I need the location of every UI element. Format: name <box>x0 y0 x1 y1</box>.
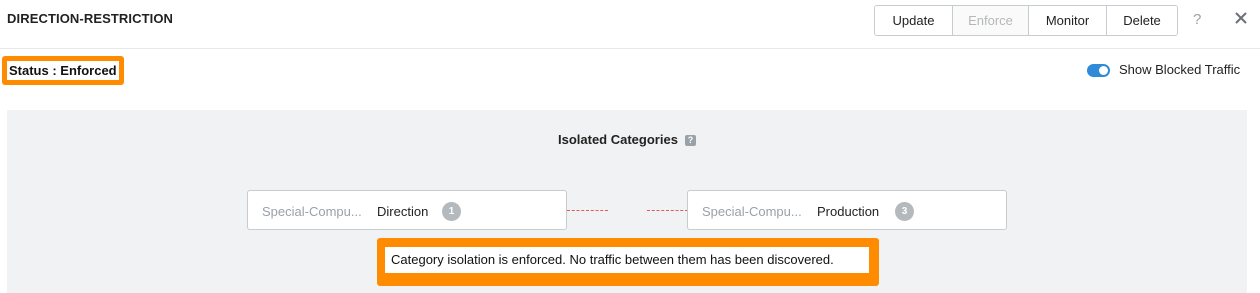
monitor-button[interactable]: Monitor <box>1029 6 1107 35</box>
action-button-group: Update Enforce Monitor Delete <box>874 5 1178 36</box>
header-bar: DIRECTION-RESTRICTION Update Enforce Mon… <box>0 0 1260 49</box>
category-value: Production <box>817 204 880 219</box>
toggle-knob <box>1099 66 1108 75</box>
page-title: DIRECTION-RESTRICTION <box>7 11 174 26</box>
help-icon[interactable]: ? <box>1193 11 1201 28</box>
status-text: Status : Enforced <box>7 61 119 80</box>
toggle-switch[interactable] <box>1087 64 1110 77</box>
category-card-direction: Special-Compu... Direction 1 <box>247 190 567 230</box>
isolation-message: Category isolation is enforced. No traff… <box>385 247 869 273</box>
category-key: Special-Compu... <box>262 204 362 219</box>
panel-title: Isolated Categories <box>558 132 678 147</box>
toggle-label: Show Blocked Traffic <box>1119 62 1241 77</box>
category-value: Direction <box>377 204 429 219</box>
count-badge: 1 <box>442 202 461 221</box>
isolated-categories-panel: Isolated Categories ? Special-Compu... D… <box>7 110 1247 293</box>
enforce-button[interactable]: Enforce <box>953 6 1029 35</box>
count-badge: 3 <box>895 202 914 221</box>
status-highlight: Status : Enforced <box>2 56 124 85</box>
connector-line-left <box>567 210 608 211</box>
message-highlight: Category isolation is enforced. No traff… <box>377 238 879 286</box>
close-icon[interactable] <box>1233 10 1249 26</box>
connector-line-right <box>647 210 688 211</box>
update-button[interactable]: Update <box>875 6 953 35</box>
category-key: Special-Compu... <box>702 204 802 219</box>
info-help-icon[interactable]: ? <box>685 135 696 146</box>
category-card-production: Special-Compu... Production 3 <box>687 190 1007 230</box>
delete-button[interactable]: Delete <box>1107 6 1177 35</box>
